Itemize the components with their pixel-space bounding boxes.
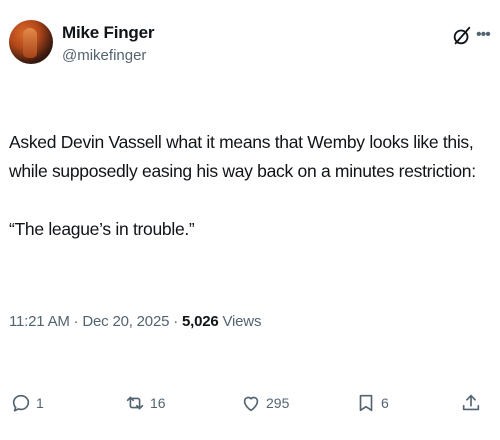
like-count: 295 <box>266 395 290 411</box>
tweet: Mike Finger @mikefinger ••• Asked Devin … <box>0 0 500 440</box>
display-name[interactable]: Mike Finger <box>62 23 154 43</box>
share-button[interactable] <box>460 392 482 414</box>
bookmark-count: 6 <box>381 395 389 411</box>
handle[interactable]: @mikefinger <box>62 47 146 64</box>
tweet-text: Asked Devin Vassell what it means that W… <box>9 132 476 239</box>
repost-count: 16 <box>150 395 166 411</box>
tweet-meta: 11:21 AM · Dec 20, 2025 · 5,026 Views <box>9 313 261 330</box>
views-label: Views <box>222 313 262 330</box>
more-icon[interactable]: ••• <box>476 24 491 46</box>
grok-icon[interactable] <box>451 25 473 47</box>
avatar[interactable] <box>9 20 53 64</box>
reply-count: 1 <box>36 395 44 411</box>
reply-icon <box>12 394 30 412</box>
like-button[interactable]: 295 <box>240 392 289 414</box>
views-count: 5,026 <box>181 313 219 330</box>
avatar-figure <box>23 28 37 58</box>
repost-button[interactable]: 16 <box>124 392 166 414</box>
bookmark-button[interactable]: 6 <box>355 392 389 414</box>
share-icon <box>462 394 480 411</box>
tweet-time[interactable]: 11:21 AM <box>9 313 70 330</box>
like-icon <box>243 396 259 412</box>
reply-button[interactable]: 1 <box>10 392 44 414</box>
bookmark-icon <box>359 394 373 412</box>
repost-icon <box>126 396 144 410</box>
action-bar: 1 16 295 6 <box>0 392 500 422</box>
tweet-date[interactable]: Dec 20, 2025 <box>82 313 169 330</box>
meta-separator: · <box>73 313 79 330</box>
meta-separator: · <box>173 313 179 330</box>
